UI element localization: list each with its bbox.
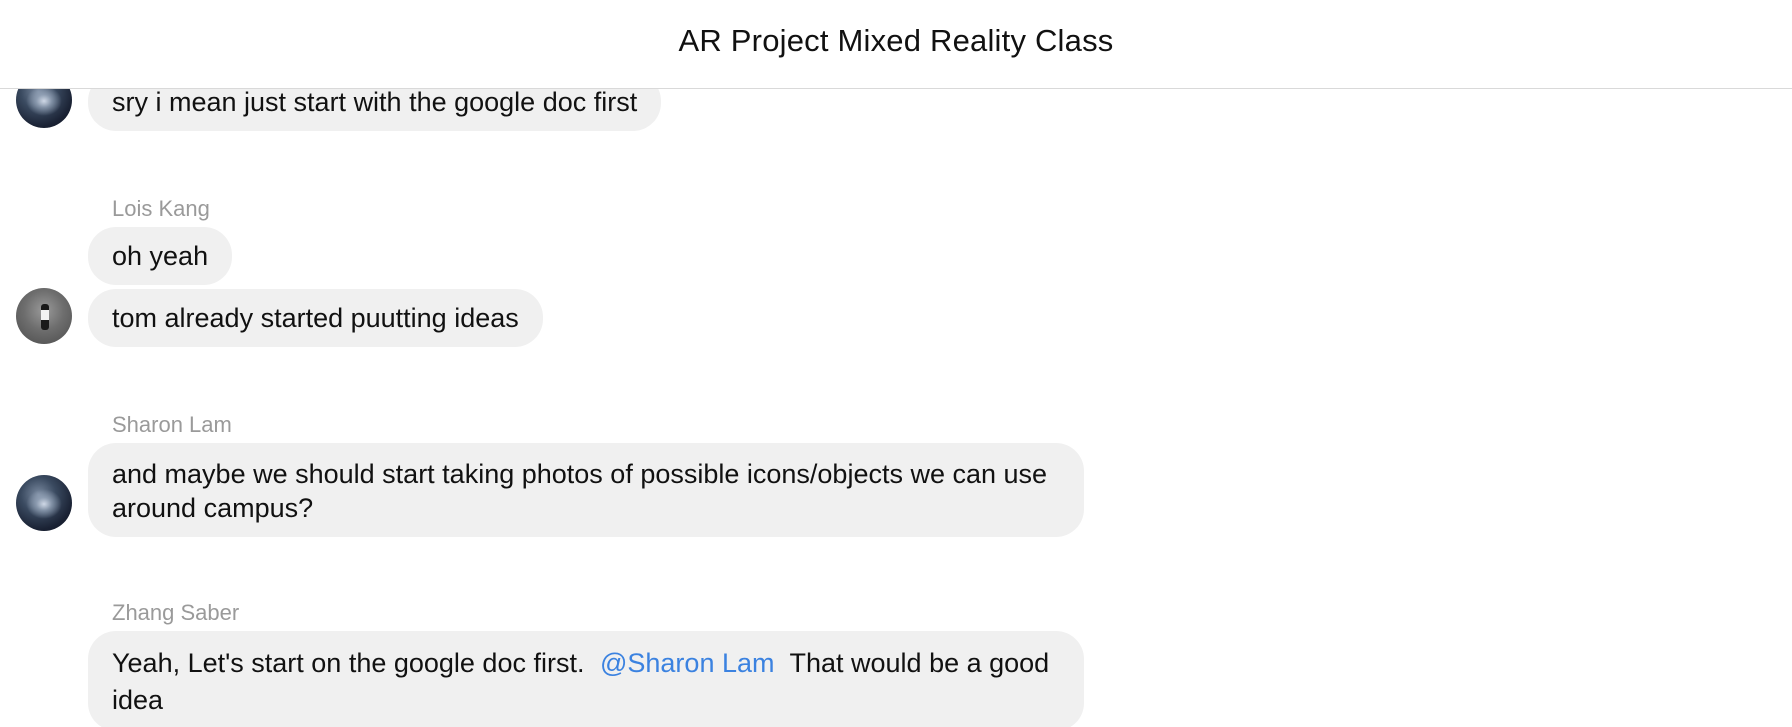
avatar-lois-kang[interactable] [16,288,72,344]
message-thread: sry i mean just start with the google do… [0,0,1792,727]
avatar-sharon-lam[interactable] [16,475,72,531]
message-bubble[interactable]: oh yeah [88,227,233,285]
message-text: Yeah, Let's start on the google doc firs… [112,648,585,678]
message-bubble[interactable]: Yeah, Let's start on the google doc firs… [88,631,1084,727]
message-text: tom already started puutting ideas [112,303,519,333]
message-bubble[interactable]: tom already started puutting ideas [88,289,543,347]
conversation-title[interactable]: AR Project Mixed Reality Class [679,23,1114,59]
message-text: sry i mean just start with the google do… [112,87,638,117]
message-text: oh yeah [112,241,209,271]
message-bubble[interactable]: and maybe we should start taking photos … [88,443,1084,537]
sender-name: Sharon Lam [112,412,232,437]
mention-link[interactable]: @Sharon Lam [600,648,775,678]
sender-name: Zhang Saber [112,600,240,625]
message-text: and maybe we should start taking photos … [112,459,1048,523]
sender-name: Lois Kang [112,196,210,221]
chat-header: AR Project Mixed Reality Class [0,0,1792,89]
